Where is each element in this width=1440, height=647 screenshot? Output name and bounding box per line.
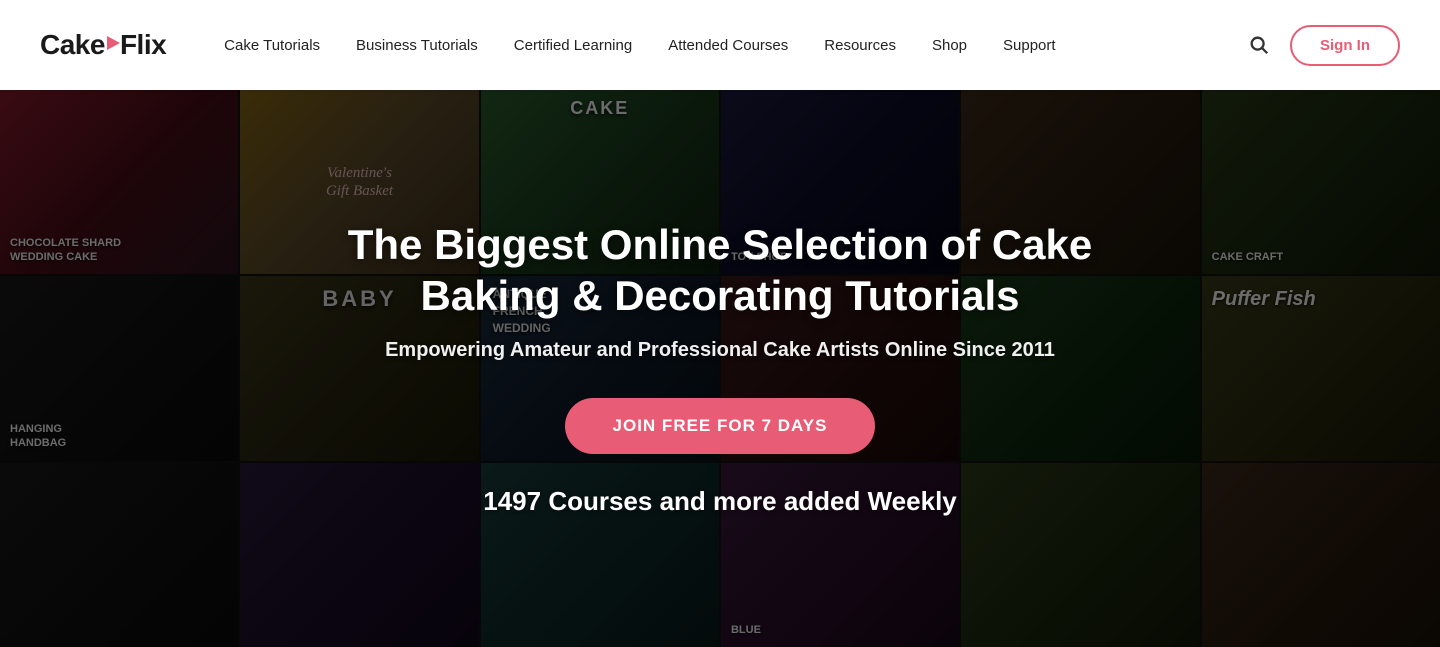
site-header: CakeFlix Cake Tutorials Business Tutoria… xyxy=(0,0,1440,90)
nav-item-cake-tutorials[interactable]: Cake Tutorials xyxy=(206,37,338,54)
hero-subtitle: Empowering Amateur and Professional Cake… xyxy=(385,339,1055,362)
signin-button[interactable]: Sign In xyxy=(1290,25,1400,66)
nav-item-shop[interactable]: Shop xyxy=(914,37,985,54)
header-actions: Sign In xyxy=(1248,25,1400,66)
hero-title: The Biggest Online Selection of Cake Bak… xyxy=(290,220,1150,321)
logo[interactable]: CakeFlix xyxy=(40,29,166,61)
nav-item-resources[interactable]: Resources xyxy=(806,37,914,54)
nav-item-attended-courses[interactable]: Attended Courses xyxy=(650,37,806,54)
cta-button[interactable]: JOIN FREE FOR 7 DAYS xyxy=(565,398,876,454)
search-button[interactable] xyxy=(1248,34,1270,56)
nav-item-certified-learning[interactable]: Certified Learning xyxy=(496,37,650,54)
hero-count: 1497 Courses and more added Weekly xyxy=(483,486,957,517)
nav-item-support[interactable]: Support xyxy=(985,37,1074,54)
hero-section: CHOCOLATE SHARDWEDDING CAKE Valentine'sG… xyxy=(0,90,1440,647)
logo-play xyxy=(107,36,120,50)
logo-text: CakeFlix xyxy=(40,29,166,61)
search-icon xyxy=(1248,34,1270,56)
hero-content: The Biggest Online Selection of Cake Bak… xyxy=(0,90,1440,647)
main-nav: Cake Tutorials Business Tutorials Certif… xyxy=(206,37,1248,54)
nav-item-business-tutorials[interactable]: Business Tutorials xyxy=(338,37,496,54)
